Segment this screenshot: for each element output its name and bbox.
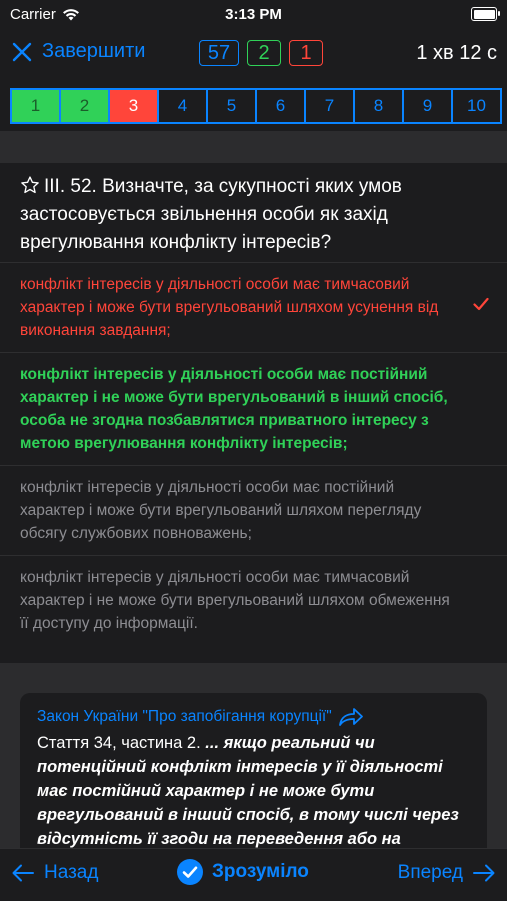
forward-label: Вперед	[397, 862, 463, 883]
answer-option-3[interactable]: конфлікт інтересів у діяльності особи ма…	[0, 465, 507, 555]
question-cell-6[interactable]: 6	[257, 90, 306, 122]
question-cell-2[interactable]: 2	[61, 90, 110, 122]
status-time: 3:13 PM	[225, 6, 282, 23]
timer: 1 хв 12 с	[416, 42, 497, 64]
arrow-right-icon	[473, 864, 495, 882]
answer-text: конфлікт інтересів у діяльності особи ма…	[20, 569, 450, 632]
explanation-section: Закон України "Про запобігання корупції"…	[0, 693, 507, 848]
question-cell-3[interactable]: 3	[110, 90, 159, 122]
back-label: Назад	[44, 862, 99, 883]
explanation-card: Закон України "Про запобігання корупції"…	[20, 693, 487, 848]
question-card: ІІІ. 52. Визначте, за сукупності яких ум…	[0, 163, 507, 663]
question-title: ІІІ. 52. Визначте, за сукупності яких ум…	[20, 173, 460, 257]
answer-option-4[interactable]: конфлікт інтересів у діяльності особи ма…	[0, 555, 507, 645]
forward-button[interactable]: Вперед	[398, 862, 495, 884]
arrow-left-icon	[12, 864, 34, 882]
star-icon[interactable]	[20, 175, 40, 195]
checkmark-circle-icon	[177, 859, 203, 885]
wrong-count-badge: 1	[289, 40, 323, 66]
answer-text: конфлікт інтересів у діяльності особи ма…	[20, 366, 448, 452]
finish-button[interactable]: Завершити	[12, 40, 145, 63]
close-icon	[12, 42, 32, 61]
section-separator	[0, 131, 507, 163]
explanation-text: Стаття 34, частина 2. ... якщо реальний …	[37, 731, 477, 848]
article-reference: Стаття 34, частина 2.	[37, 734, 201, 752]
nav-bar: Завершити 57 2 1 1 хв 12 с	[0, 30, 507, 76]
back-button[interactable]: Назад	[12, 862, 98, 884]
law-link-label: Закон України "Про запобігання корупції"	[37, 708, 332, 725]
answer-text: конфлікт інтересів у діяльності особи ма…	[20, 479, 422, 542]
battery-icon	[471, 7, 500, 21]
question-cell-5[interactable]: 5	[208, 90, 257, 122]
law-link[interactable]: Закон України "Про запобігання корупції"	[37, 707, 364, 727]
status-bar: Carrier 3:13 PM	[0, 0, 507, 30]
understood-button[interactable]: Зрозуміло	[176, 858, 309, 886]
question-text: ІІІ. 52. Визначте, за сукупності яких ум…	[20, 176, 402, 253]
total-questions-badge: 57	[199, 40, 239, 66]
checkmark-icon	[473, 297, 489, 311]
score-counters: 57 2 1	[199, 40, 323, 66]
question-cell-8[interactable]: 8	[355, 90, 404, 122]
correct-count-badge: 2	[247, 40, 281, 66]
answer-option-1[interactable]: конфлікт інтересів у діяльності особи ма…	[0, 262, 507, 352]
question-cell-9[interactable]: 9	[404, 90, 453, 122]
question-cell-10[interactable]: 10	[453, 90, 502, 122]
answer-text: конфлікт інтересів у діяльності особи ма…	[20, 276, 439, 339]
question-cell-1[interactable]: 1	[12, 90, 61, 122]
bottom-toolbar: Назад Зрозуміло Вперед	[0, 848, 507, 901]
section-separator	[0, 663, 507, 693]
question-cell-4[interactable]: 4	[159, 90, 208, 122]
understood-label: Зрозуміло	[212, 861, 309, 882]
question-strip: 1 2 3 4 5 6 7 8 9 10	[0, 76, 507, 131]
share-arrow-icon	[338, 708, 363, 726]
finish-label: Завершити	[42, 40, 146, 62]
answer-option-2[interactable]: конфлікт інтересів у діяльності особи ма…	[0, 352, 507, 465]
question-cell-7[interactable]: 7	[306, 90, 355, 122]
answers-list: конфлікт інтересів у діяльності особи ма…	[0, 262, 507, 645]
